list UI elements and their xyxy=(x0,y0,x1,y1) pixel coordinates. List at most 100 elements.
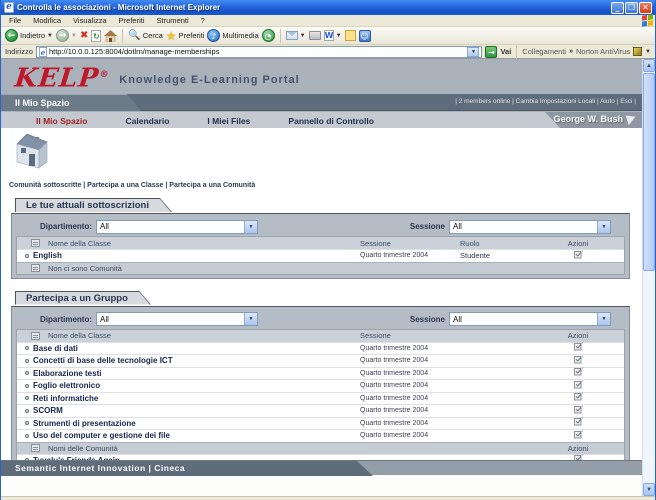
class-link[interactable]: Base di dati xyxy=(33,344,78,353)
chevron-down-icon[interactable]: ▼ xyxy=(244,313,257,325)
menu-item[interactable]: File xyxy=(3,16,27,25)
vertical-scrollbar[interactable]: ▲ ▼ xyxy=(642,59,655,496)
go-button[interactable]: Vai xyxy=(500,47,511,56)
class-link[interactable]: Strumenti di presentazione xyxy=(33,419,136,428)
scroll-down-icon[interactable]: ▼ xyxy=(643,483,655,496)
house-icon xyxy=(9,134,51,172)
mail-button[interactable]: ▼ xyxy=(286,31,306,40)
session-cell: Quarto trimestre 2004 xyxy=(360,395,532,402)
links-chevron-icon[interactable]: » xyxy=(569,48,573,55)
antivirus-dropdown-icon[interactable]: ▼ xyxy=(645,49,651,55)
session-select[interactable]: All▼ xyxy=(449,220,611,234)
menu-bar: FileModificaVisualizzaPreferitiStrumenti… xyxy=(1,15,655,27)
print-button[interactable] xyxy=(309,31,321,40)
address-bar: Indirizzo e http://10.0.0.125:8004/dotlr… xyxy=(1,45,655,59)
dept-label: Dipartimento: xyxy=(40,315,92,324)
subscriptions-title: Le tue attuali sottoscrizioni xyxy=(16,199,171,212)
links-button[interactable]: Collegamenti xyxy=(522,47,566,56)
space-bar: Il Mio Spazio | 2 members online | Cambi… xyxy=(1,94,642,111)
stop-icon: ✖ xyxy=(80,30,88,41)
nav-bar: Il Mio Spazio Calendario I Miei Files Panne… xyxy=(1,111,642,128)
chevron-down-icon[interactable]: ▼ xyxy=(597,221,610,233)
menu-item[interactable]: Preferiti xyxy=(113,16,151,25)
search-icon: 🔍 xyxy=(128,30,140,41)
subscriptions-rows: EnglishQuarto trimestre 2004Studente xyxy=(17,249,624,262)
antivirus-button[interactable]: Norton AntiVirus xyxy=(576,47,630,56)
home-button[interactable] xyxy=(104,30,117,42)
session-links[interactable]: | 2 members online | Cambia Impostazioni… xyxy=(455,98,636,105)
class-link[interactable]: Concetti di base delle tecnologie ICT xyxy=(33,356,173,365)
edit-button[interactable]: W▼ xyxy=(324,30,342,41)
toolbar-separator xyxy=(280,29,281,43)
below-footer xyxy=(1,475,642,496)
bullet-icon xyxy=(25,359,29,363)
subscriptions-section-tab: Le tue attuali sottoscrizioni xyxy=(15,198,172,212)
dept-select[interactable]: All▼ xyxy=(96,312,258,326)
forward-button[interactable]: →▼ xyxy=(56,29,77,42)
title-bar: e Controlla le associazioni - Microsoft … xyxy=(1,0,655,15)
back-button[interactable]: ←Indietro▼ xyxy=(5,29,53,42)
refresh-button[interactable]: ↻ xyxy=(91,30,101,42)
class-link[interactable]: Uso del computer e gestione dei file xyxy=(33,431,170,440)
class-link[interactable]: English xyxy=(33,251,62,260)
address-input[interactable]: e http://10.0.0.125:8004/dotlrn/manage-m… xyxy=(36,46,483,58)
media-button[interactable]: ♪Multimedia xyxy=(207,29,258,42)
back-dropdown-icon[interactable]: ▼ xyxy=(47,33,53,39)
dept-select[interactable]: All▼ xyxy=(96,220,258,234)
close-button[interactable]: ✕ xyxy=(639,2,652,14)
menu-item[interactable]: Visualizza xyxy=(67,16,113,25)
breadcrumb[interactable]: Comunità sottoscritte | Partecipa a una … xyxy=(9,182,642,194)
bullet-icon xyxy=(25,409,29,413)
footer-bar: Semantic Internet Innovation | Cineca xyxy=(1,460,642,475)
session-cell: Quarto trimestre 2004 xyxy=(360,345,532,352)
user-box: George W. Bush xyxy=(553,114,636,124)
scroll-up-icon[interactable]: ▲ xyxy=(643,59,655,72)
restore-button[interactable]: ❐ xyxy=(625,2,638,14)
session-cell: Quarto trimestre 2004 xyxy=(360,382,532,389)
search-button[interactable]: 🔍Cerca xyxy=(128,30,162,41)
messenger-button[interactable]: ☺ xyxy=(359,30,371,42)
scrollbar-track[interactable] xyxy=(643,272,655,483)
home-illustration xyxy=(9,134,642,174)
join-group-rows: Base di dati Quarto trimestre 2004 Concett… xyxy=(17,342,624,442)
menu-item[interactable]: Modifica xyxy=(27,16,67,25)
join-group-panel: Dipartimento: All▼ Sessione All▼ Nome de… xyxy=(11,306,630,472)
go-icon[interactable]: → xyxy=(485,46,497,58)
class-link[interactable]: Reti informatiche xyxy=(33,394,98,403)
nav-tab[interactable]: Il Mio Spazio xyxy=(36,116,87,126)
windows-logo-icon xyxy=(642,14,653,26)
nav-tab[interactable]: I Miei Files xyxy=(207,116,250,126)
toolbar-separator xyxy=(122,29,123,43)
class-link[interactable]: SCORM xyxy=(33,406,63,415)
footer-credit[interactable]: Semantic Internet Innovation | Cineca xyxy=(1,461,373,476)
session-select[interactable]: All▼ xyxy=(449,312,611,326)
minimize-button[interactable]: _ xyxy=(611,2,624,14)
menu-items: FileModificaVisualizzaPreferitiStrumenti… xyxy=(3,16,211,25)
action-unsubscribe-icon[interactable] xyxy=(573,247,584,265)
class-link[interactable]: Foglio elettronico xyxy=(33,381,100,390)
nav-tab[interactable]: Pannello di Controllo xyxy=(288,116,373,126)
favorites-button[interactable]: ★Preferiti xyxy=(166,29,205,43)
chevron-down-icon[interactable]: ▼ xyxy=(597,313,610,325)
globe-icon: ♪ xyxy=(207,29,220,42)
bullet-icon xyxy=(25,421,29,425)
join-group-section-tab: Partecipa a un Gruppo xyxy=(15,291,151,305)
history-button[interactable]: ◔ xyxy=(262,29,275,42)
browser-toolbar: ←Indietro▼ →▼ ✖ ↻ 🔍Cerca ★Preferiti ♪Mul… xyxy=(1,27,655,45)
scrollbar-thumb[interactable] xyxy=(643,73,655,271)
user-name: George W. Bush xyxy=(553,114,623,124)
address-dropdown-icon[interactable]: ▼ xyxy=(467,47,479,57)
stop-button[interactable]: ✖ xyxy=(80,30,88,41)
bullet-icon xyxy=(25,434,29,438)
action-unsubscribe-icon[interactable] xyxy=(573,427,584,445)
chevron-down-icon[interactable]: ▼ xyxy=(244,221,257,233)
bullet-icon xyxy=(25,396,29,400)
class-link[interactable]: Elaborazione testi xyxy=(33,369,101,378)
mail-icon xyxy=(286,31,298,40)
menu-item[interactable]: Strumenti xyxy=(151,16,195,25)
nav-tab[interactable]: Calendario xyxy=(125,116,169,126)
discuss-button[interactable] xyxy=(345,30,356,41)
page-content: KELP® Knowledge E-Learning Portal Il Mio… xyxy=(1,59,642,496)
home-icon xyxy=(104,30,117,42)
menu-item[interactable]: ? xyxy=(195,16,211,25)
